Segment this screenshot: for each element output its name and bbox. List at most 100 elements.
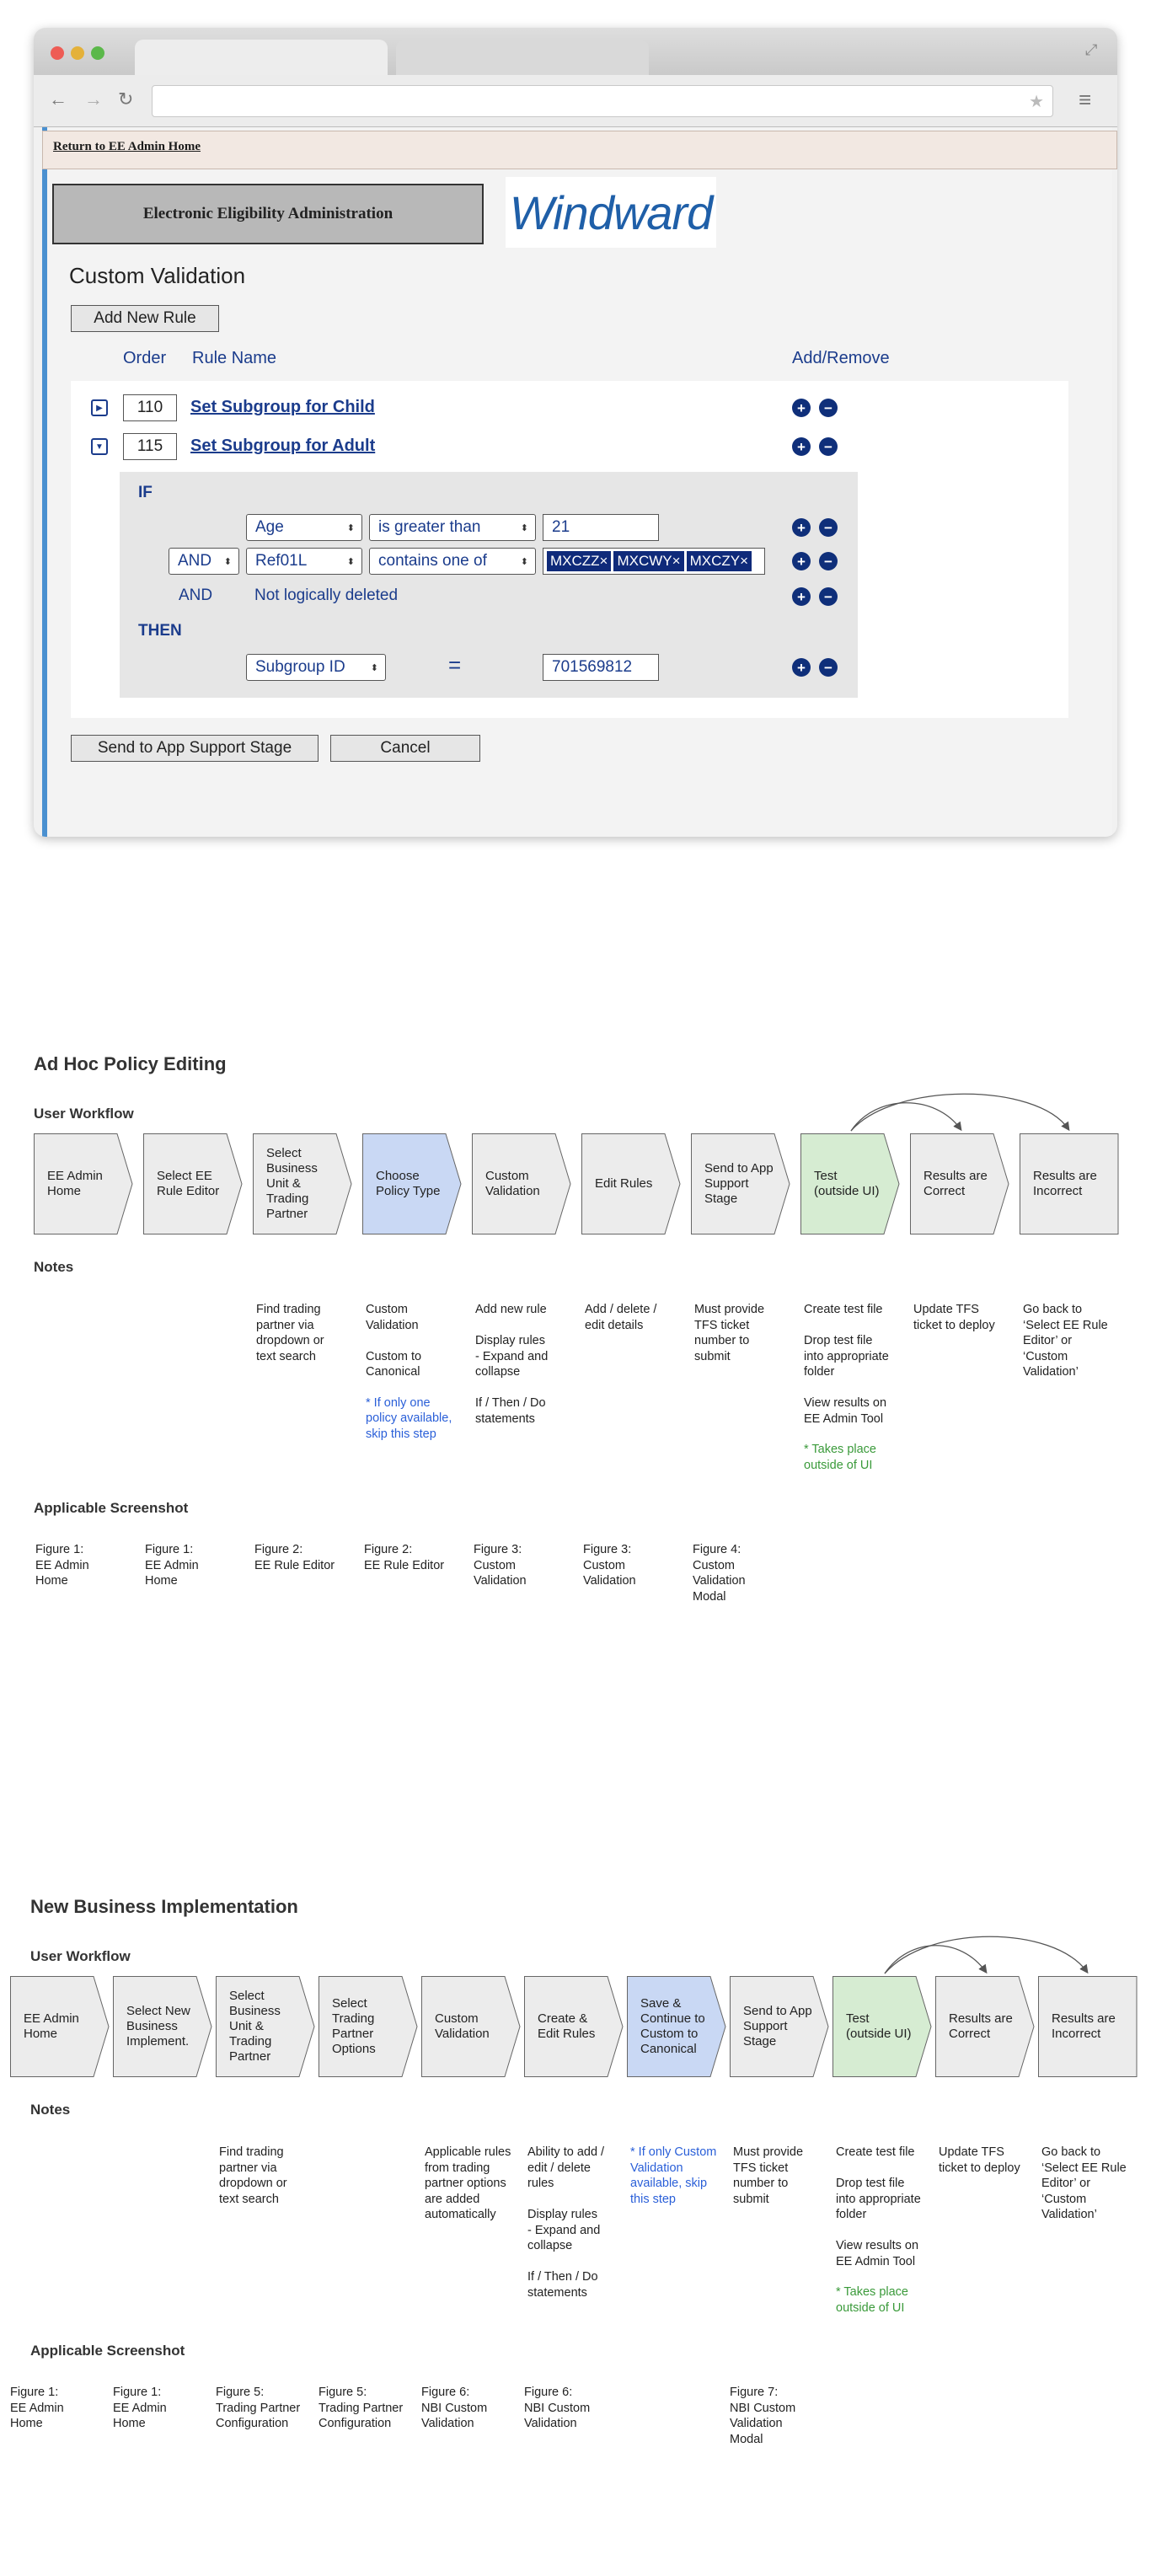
notes-label: Notes (30, 2102, 71, 2118)
workflow-step-label: Select Business Unit & Trading Partner (229, 1989, 281, 2064)
workflow-step-label: Choose Policy Type (376, 1169, 441, 1198)
field-select[interactable]: Ref01L ⬍ (246, 548, 362, 575)
operator-select-value: is greater than (378, 518, 481, 536)
add-condition-icon[interactable]: + (792, 518, 811, 537)
workflow-step-label: Create & Edit Rules (538, 2011, 596, 2041)
workflow-note: Custom Validation Custom to Canonical * I… (366, 1302, 472, 1442)
expand-rule-icon[interactable]: ▶ (91, 399, 108, 416)
cancel-button[interactable]: Cancel (330, 735, 480, 762)
workflow-note: * If only Custom Validation available, s… (630, 2145, 730, 2207)
workflow-step: EE Admin Home (10, 1976, 110, 2077)
rule-order-input[interactable]: 115 (123, 433, 177, 460)
browser-tab-bar: ⤢ (34, 28, 1117, 75)
remove-condition-icon[interactable]: − (819, 518, 838, 537)
workflow-note-text: Find trading partner via dropdown or tex… (256, 1303, 324, 1363)
send-to-app-support-button[interactable]: Send to App Support Stage (71, 735, 319, 762)
value-chip[interactable]: MXCZZ× (547, 551, 612, 571)
action-field-value: Subgroup ID (255, 658, 345, 676)
back-arrow-icon[interactable]: ← (49, 88, 67, 110)
return-link-bar: Return to EE Admin Home (42, 131, 1117, 169)
return-home-link[interactable]: Return to EE Admin Home (53, 140, 201, 154)
fullscreen-icon[interactable]: ⤢ (1085, 41, 1097, 59)
browser-tab-active[interactable] (135, 40, 388, 75)
workflow-step-label: EE Admin Home (24, 2011, 79, 2041)
remove-rule-icon[interactable]: − (819, 437, 838, 456)
collapse-rule-icon[interactable]: ▼ (91, 438, 108, 455)
remove-rule-icon[interactable]: − (819, 399, 838, 417)
minimize-window-icon[interactable] (71, 46, 84, 60)
select-caret-icon: ⬍ (520, 556, 528, 567)
workflow-note-text: Find trading partner via dropdown or tex… (219, 2145, 287, 2206)
order-column-header: Order (123, 349, 167, 367)
value-chip[interactable]: MXCWY× (613, 551, 684, 571)
workflow-note: Must provide TFS ticket number to submit (694, 1302, 800, 1364)
loop-arrows (884, 1936, 1089, 1974)
workflow-note: Create test file Drop test file into app… (804, 1302, 910, 1473)
workflow-step-label: Select Business Unit & Trading Partner (266, 1146, 318, 1221)
workflow-step-label: Results are Correct (923, 1169, 988, 1198)
workflow-step-label: Results are Incorrect (1033, 1169, 1097, 1198)
operator-select-value: contains one of (378, 552, 487, 570)
workflow-note-text: Create test file Drop test file into app… (836, 2145, 921, 2268)
figure-reference: Figure 2: EE Rule Editor (254, 1543, 335, 1572)
add-new-rule-button[interactable]: Add New Rule (71, 305, 219, 332)
select-caret-icon: ⬍ (223, 556, 232, 567)
forward-arrow-icon[interactable]: → (84, 88, 103, 110)
rule-order-input[interactable]: 110 (123, 394, 177, 421)
workflow-step: Send to App Support Stage (730, 1976, 829, 2077)
page-title: Custom Validation (69, 263, 246, 288)
reload-icon[interactable]: ↻ (118, 88, 133, 110)
value-input[interactable]: 21 (543, 514, 659, 541)
rule-name-link[interactable]: Set Subgroup for Child (190, 398, 375, 417)
rule-name-link[interactable]: Set Subgroup for Adult (190, 436, 375, 456)
close-window-icon[interactable] (51, 46, 64, 60)
address-bar[interactable]: ★ (152, 85, 1053, 117)
add-condition-icon[interactable]: + (792, 587, 811, 606)
workflow-step-label: Select EE Rule Editor (157, 1169, 220, 1198)
add-action-icon[interactable]: + (792, 658, 811, 677)
workflow-note-text: Go back to ‘Select EE Rule Editor’ or ‘C… (1023, 1303, 1108, 1379)
multi-value-input[interactable]: MXCZZ× MXCWY× MXCZY× (543, 548, 765, 575)
figure-reference: Figure 5: Trading Partner Configuration (319, 2386, 404, 2430)
workflow-note-text: Custom Validation Custom to Canonical (366, 1303, 422, 1379)
remove-action-icon[interactable]: − (819, 658, 838, 677)
add-remove-column-header: Add/Remove (792, 349, 890, 367)
figure-reference: Figure 2: EE Rule Editor (364, 1543, 445, 1572)
workflow-note-text: Update TFS ticket to deploy (913, 1303, 995, 1332)
workflow-note: Go back to ‘Select EE Rule Editor’ or ‘C… (1041, 2145, 1141, 2223)
figure-reference: Figure 1: EE Admin Home (113, 2386, 167, 2430)
workflow-note: Add new rule Display rules - Expand and … (475, 1302, 581, 1427)
field-select[interactable]: Age ⬍ (246, 514, 362, 541)
connector-select[interactable]: AND ⬍ (169, 548, 239, 575)
hamburger-menu-icon[interactable]: ≡ (1079, 87, 1091, 113)
add-rule-icon[interactable]: + (792, 399, 811, 417)
remove-condition-icon[interactable]: − (819, 587, 838, 606)
select-caret-icon: ⬍ (370, 662, 378, 673)
workflow-note: Find trading partner via dropdown or tex… (256, 1302, 362, 1364)
remove-condition-icon[interactable]: − (819, 552, 838, 570)
workflow-note-text: Create test file Drop test file into app… (804, 1303, 889, 1426)
workflow-note: Find trading partner via dropdown or tex… (219, 2145, 319, 2207)
workflow-step: Save & Continue to Custom to Canonical (627, 1976, 726, 2077)
workflow-title: Ad Hoc Policy Editing (34, 1053, 227, 1074)
action-field-select[interactable]: Subgroup ID ⬍ (246, 654, 386, 681)
workflow-note: Add / delete / edit details (585, 1302, 691, 1333)
workflow-title: New Business Implementation (30, 1896, 298, 1917)
operator-select[interactable]: contains one of ⬍ (369, 548, 536, 575)
star-icon[interactable]: ★ (1029, 91, 1044, 112)
action-value-input[interactable]: 701569812 (543, 654, 659, 681)
operator-select[interactable]: is greater than ⬍ (369, 514, 536, 541)
add-rule-icon[interactable]: + (792, 437, 811, 456)
workflow-note-text: Add new rule Display rules - Expand and … (475, 1303, 549, 1426)
if-label: IF (138, 484, 153, 501)
figure-reference: Figure 7: NBI Custom Validation Modal (730, 2386, 796, 2446)
maximize-window-icon[interactable] (91, 46, 104, 60)
figure-reference: Figure 5: Trading Partner Configuration (216, 2386, 301, 2430)
value-chip[interactable]: MXCZY× (686, 551, 752, 571)
add-condition-icon[interactable]: + (792, 552, 811, 570)
figure-reference: Figure 6: NBI Custom Validation (421, 2386, 488, 2430)
workflow-step: Edit Rules (581, 1133, 681, 1234)
figure-reference: Figure 3: Custom Validation (583, 1543, 636, 1588)
browser-tab[interactable] (396, 40, 649, 75)
figure-reference: Figure 1: EE Admin Home (145, 1543, 199, 1588)
